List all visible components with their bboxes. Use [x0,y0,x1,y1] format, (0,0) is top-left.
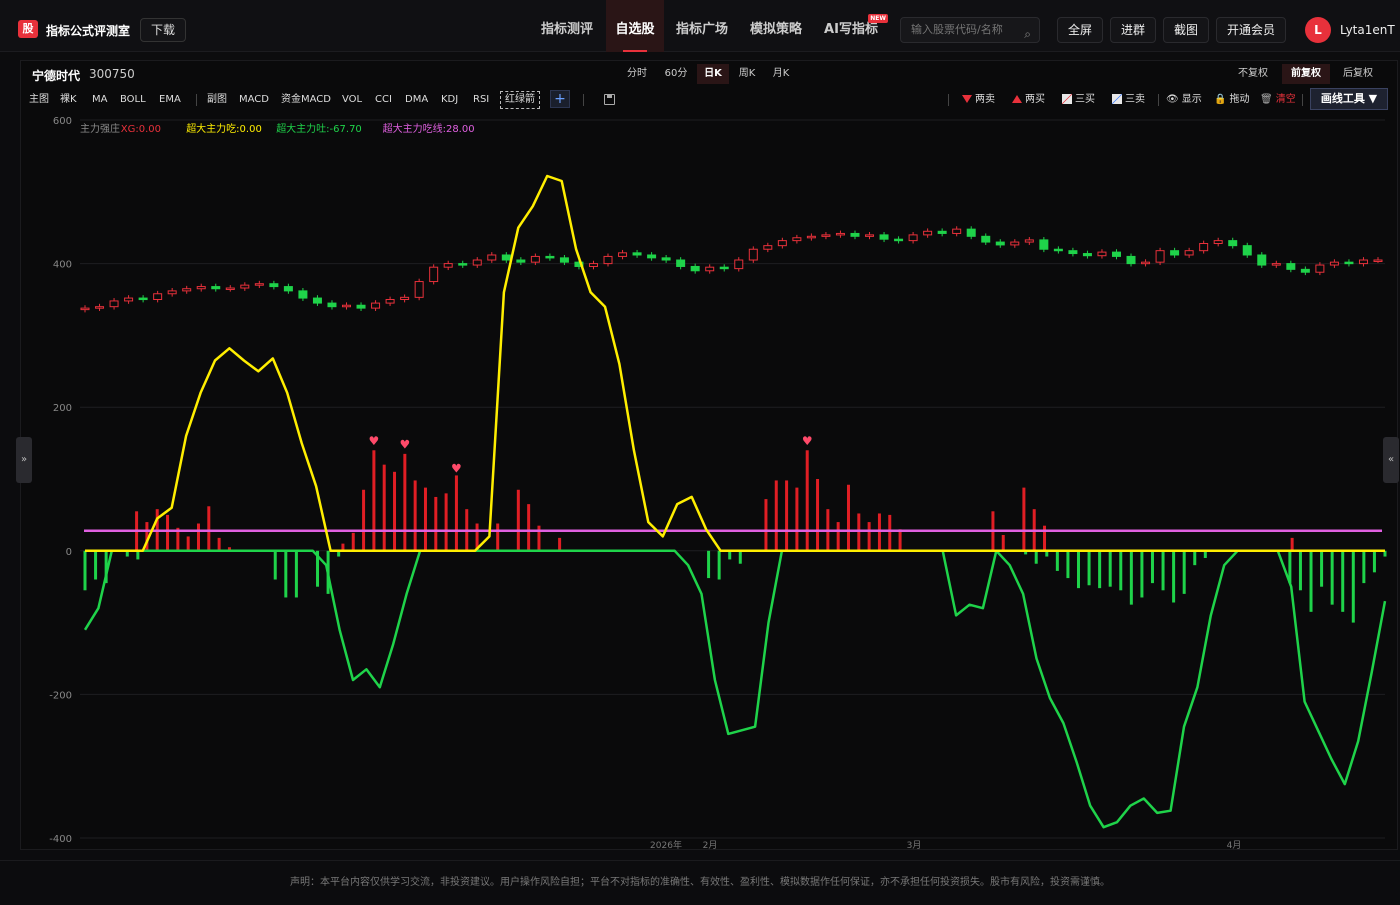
search-input[interactable] [911,23,1021,36]
three-sell-icon [1112,94,1122,104]
boll-button[interactable]: BOLL [120,91,146,109]
nav-label: 指标广场 [675,22,728,37]
show-tool[interactable]: 👁 显示 [1166,91,1202,109]
tool-label: 拖动 [1229,94,1250,105]
ema-button[interactable]: EMA [159,91,181,109]
stock-name: 宁德时代 [32,69,81,83]
avatar[interactable]: L [1305,17,1331,43]
vol-button[interactable]: VOL [342,91,362,109]
period-tab-weekly[interactable]: 周K [733,64,761,84]
period-tab-daily[interactable]: 日K [697,64,729,84]
tool-label: 三卖 [1125,94,1145,105]
fullscreen-button[interactable]: 全屏 [1057,17,1103,43]
nav-ai-indicator[interactable]: AI写指标 NEW [816,0,888,52]
nav-watchlist[interactable]: 自选股 [606,0,664,52]
vip-button[interactable]: 开通会员 [1216,17,1286,43]
adjust-none[interactable]: 不复权 [1232,64,1274,84]
clear-tool[interactable]: 🗑 清空 [1260,91,1296,109]
toolbar-divider [1302,94,1303,106]
join-group-button[interactable]: 进群 [1110,17,1156,43]
tool-label: 显示 [1181,94,1202,105]
nav-sim-strategy[interactable]: 模拟策略 [742,0,810,52]
three-buy-icon [1062,94,1072,104]
download-button[interactable]: 下载 [140,18,187,42]
toolbar-divider [196,94,197,106]
search-icon[interactable]: ⌕ [1024,22,1031,46]
rsi-button[interactable]: RSI [473,91,489,109]
three-buy-tool[interactable]: 三买 [1062,91,1095,109]
nav-label: 指标测评 [540,22,593,37]
macd-button[interactable]: MACD [239,91,269,109]
trash-icon: 🗑 [1260,94,1273,105]
draw-tools-dropdown[interactable]: 画线工具 ▼ [1310,88,1388,110]
red-green-arrow-button[interactable]: 红绿箭 [500,91,540,109]
new-badge: NEW [868,14,888,23]
expand-left-button[interactable]: » [16,437,32,483]
stock-code: 300750 [89,67,135,81]
nav-label: 自选股 [615,22,655,37]
tool-label: 两买 [1025,94,1045,105]
app-logo-icon: 股 [18,20,38,38]
username[interactable]: Lyta1enT [1340,23,1395,37]
screenshot-button[interactable]: 截图 [1163,17,1209,43]
cci-button[interactable]: CCI [375,91,392,109]
three-sell-tool[interactable]: 三卖 [1112,91,1145,109]
main-chart-button[interactable]: 主图 [29,91,49,109]
two-sell-tool[interactable]: 两卖 [962,91,995,109]
tool-label: 清空 [1275,94,1296,105]
sell-triangle-icon [962,95,972,103]
nav-label: AI写指标 [824,22,878,37]
ma-button[interactable]: MA [92,91,107,109]
nav-indicator-square[interactable]: 指标广场 [668,0,736,52]
kdj-button[interactable]: KDJ [441,91,458,109]
period-tab-intraday[interactable]: 分时 [622,64,652,84]
toolbar-divider [1158,94,1159,106]
adjust-forward[interactable]: 前复权 [1282,64,1330,84]
period-tab-60min[interactable]: 60分 [660,64,692,84]
app-title: 指标公式评测室 [46,24,131,38]
adjust-backward[interactable]: 后复权 [1337,64,1379,84]
capital-macd-button[interactable]: 资金MACD [281,91,331,109]
tool-label: 三买 [1075,94,1095,105]
lock-icon: 🔒 [1214,94,1227,105]
toolbar-divider [948,94,949,106]
add-indicator-button[interactable]: + [550,90,570,108]
nav-indicator-review[interactable]: 指标测评 [530,0,604,52]
tool-label: 两卖 [975,94,995,105]
stock-search[interactable]: ⌕ [900,17,1040,43]
sub-chart-button[interactable]: 副图 [207,91,227,109]
eye-icon: 👁 [1166,94,1179,105]
chart-panel [20,60,1398,850]
nav-label: 模拟策略 [749,22,802,37]
drag-tool[interactable]: 🔒 拖动 [1214,91,1249,109]
dma-button[interactable]: DMA [405,91,428,109]
buy-triangle-icon [1012,95,1022,103]
period-tab-monthly[interactable]: 月K [767,64,795,84]
toolbar-divider [583,94,584,106]
expand-right-button[interactable]: « [1383,437,1399,483]
top-bar: 股 指标公式评测室 下载 指标测评 自选股 指标广场 模拟策略 AI写指标 NEW… [0,0,1400,52]
naked-k-button[interactable]: 裸K [60,91,77,109]
two-buy-tool[interactable]: 两买 [1012,91,1045,109]
disclaimer: 声明：本平台内容仅供学习交流，非投资建议。用户操作风险自担；平台不对指标的准确性… [0,860,1400,900]
save-icon[interactable] [604,94,615,105]
